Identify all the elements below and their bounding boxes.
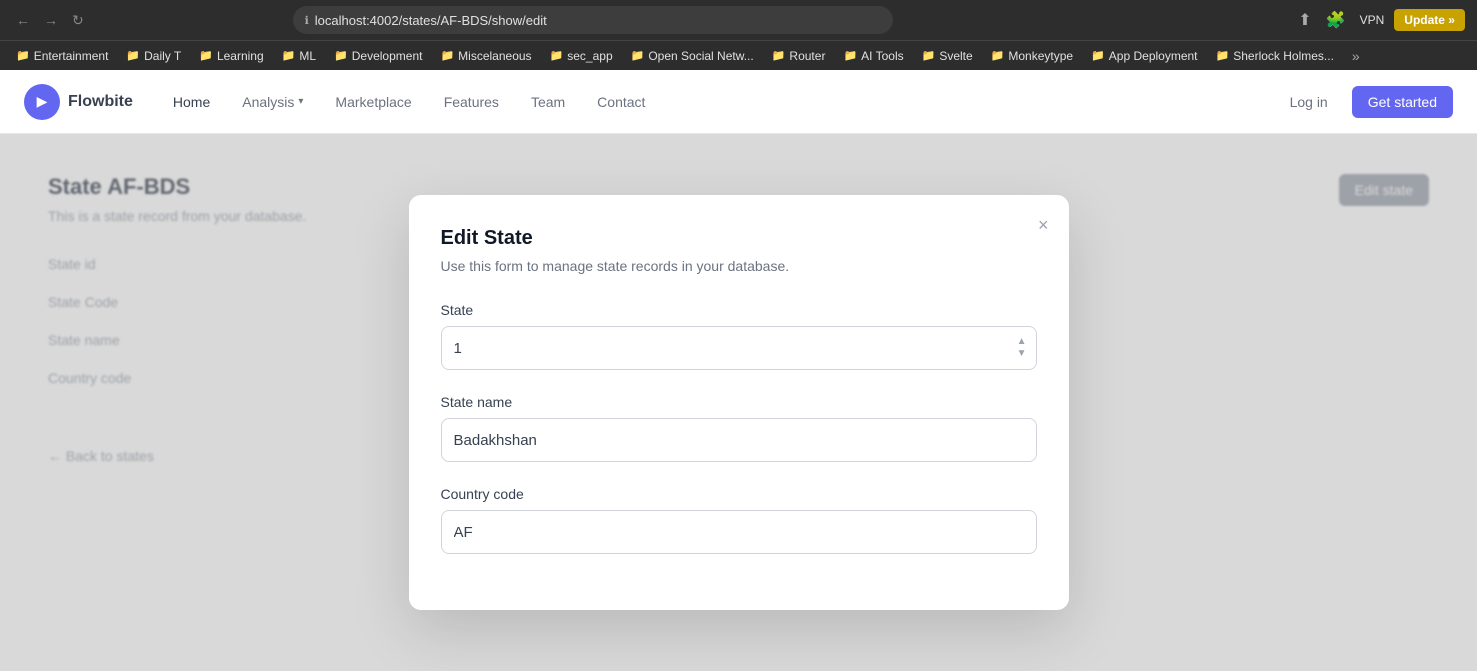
spinner-up-icon[interactable]: ▲ [1017,337,1027,347]
state-name-field-group: State name [441,394,1037,462]
bookmark-miscelaneous[interactable]: 📁 Miscelaneous [432,46,539,66]
bookmark-label: Open Social Netw... [648,49,753,63]
bookmark-ai-tools[interactable]: 📁 AI Tools [835,46,911,66]
extensions-icon[interactable]: 🧩 [1322,8,1350,32]
bookmark-ml[interactable]: 📁 ML [274,46,324,66]
nav-home[interactable]: Home [173,94,210,110]
bookmark-entertainment[interactable]: 📁 Entertainment [8,46,116,66]
bookmarks-more-button[interactable]: » [1346,46,1366,66]
bookmark-label: sec_app [567,49,612,63]
bookmark-label: Development [352,49,423,63]
folder-icon: 📁 [334,49,348,62]
vpn-label[interactable]: VPN [1356,11,1389,29]
state-field-label: State [441,302,1037,318]
folder-icon: 📁 [772,49,786,62]
edit-state-modal: × Edit State Use this form to manage sta… [409,195,1069,610]
folder-icon: 📁 [126,49,140,62]
country-code-field-group: Country code [441,486,1037,554]
login-button[interactable]: Log in [1278,88,1340,116]
bookmark-svelte[interactable]: 📁 Svelte [914,46,981,66]
folder-icon: 📁 [440,49,454,62]
bookmark-router[interactable]: 📁 Router [764,46,834,66]
bookmark-label: Entertainment [34,49,109,63]
bookmark-label: ML [299,49,316,63]
modal-close-button[interactable]: × [1034,211,1053,240]
bookmark-sec-app[interactable]: 📁 sec_app [542,46,621,66]
spinner-down-icon[interactable]: ▼ [1017,349,1027,359]
bookmark-label: Daily T [144,49,181,63]
modal-subtitle: Use this form to manage state records in… [441,258,1037,274]
folder-icon: 📁 [631,49,645,62]
update-button[interactable]: Update » [1394,9,1465,31]
bookmark-learning[interactable]: 📁 Learning [191,46,271,66]
folder-icon: 📁 [1216,49,1230,62]
bookmark-sherlock[interactable]: 📁 Sherlock Holmes... [1208,46,1342,66]
reload-button[interactable]: ↻ [68,8,88,33]
page-wrapper: ▶ Flowbite Home Analysis ▾ Marketplace F… [0,70,1477,671]
nav-marketplace[interactable]: Marketplace [335,94,411,110]
nav-contact[interactable]: Contact [597,94,645,110]
bookmarks-bar: 📁 Entertainment 📁 Daily T 📁 Learning 📁 M… [0,40,1477,70]
folder-icon: 📁 [991,49,1005,62]
share-icon[interactable]: ⬆ [1294,8,1315,32]
chevron-down-icon: ▾ [298,96,303,107]
folder-icon: 📁 [1091,49,1105,62]
country-code-input[interactable] [441,510,1037,554]
bookmark-open-social[interactable]: 📁 Open Social Netw... [623,46,762,66]
nav-team[interactable]: Team [531,94,565,110]
folder-icon: 📁 [843,49,857,62]
nav-analysis-label: Analysis [242,94,294,110]
folder-icon: 📁 [550,49,564,62]
bookmark-label: Svelte [939,49,972,63]
nav-features[interactable]: Features [444,94,499,110]
bookmark-app-deployment[interactable]: 📁 App Deployment [1083,46,1205,66]
bookmark-label: Learning [217,49,264,63]
state-input[interactable] [441,326,1037,370]
browser-actions: ⬆ 🧩 VPN Update » [1294,8,1465,32]
back-button[interactable]: ← [12,8,34,32]
forward-button[interactable]: → [40,8,62,32]
brand[interactable]: ▶ Flowbite [24,84,133,120]
bookmark-label: Monkeytype [1008,49,1073,63]
state-name-input[interactable] [441,418,1037,462]
state-name-field-label: State name [441,394,1037,410]
browser-chrome: ← → ↻ ℹ localhost:4002/states/AF-BDS/sho… [0,0,1477,40]
url-text: localhost:4002/states/AF-BDS/show/edit [315,13,547,28]
nav-analysis[interactable]: Analysis ▾ [242,94,303,110]
bookmark-monkeytype[interactable]: 📁 Monkeytype [983,46,1081,66]
brand-logo: ▶ [24,84,60,120]
bookmark-label: AI Tools [861,49,903,63]
bookmark-label: App Deployment [1109,49,1198,63]
spinner-arrows: ▲ ▼ [1017,337,1027,359]
navbar-actions: Log in Get started [1278,86,1453,118]
bookmark-development[interactable]: 📁 Development [326,46,430,66]
nav-buttons: ← → ↻ [12,8,88,33]
folder-icon: 📁 [282,49,296,62]
address-bar[interactable]: ℹ localhost:4002/states/AF-BDS/show/edit [293,6,893,34]
bookmark-label: Sherlock Holmes... [1233,49,1334,63]
folder-icon: 📁 [16,49,30,62]
get-started-button[interactable]: Get started [1352,86,1453,118]
navbar: ▶ Flowbite Home Analysis ▾ Marketplace F… [0,70,1477,134]
modal-title: Edit State [441,227,1037,250]
folder-icon: 📁 [922,49,936,62]
state-spinner-wrapper: ▲ ▼ [441,326,1037,370]
folder-icon: 📁 [199,49,213,62]
country-code-field-label: Country code [441,486,1037,502]
navbar-nav: Home Analysis ▾ Marketplace Features Tea… [173,94,1278,110]
state-field-group: State ▲ ▼ [441,302,1037,370]
bookmark-label: Router [789,49,825,63]
brand-name: Flowbite [68,93,133,111]
bookmark-label: Miscelaneous [458,49,531,63]
bookmark-daily-t[interactable]: 📁 Daily T [118,46,189,66]
modal-overlay: × Edit State Use this form to manage sta… [0,134,1477,671]
security-icon: ℹ [305,14,309,27]
